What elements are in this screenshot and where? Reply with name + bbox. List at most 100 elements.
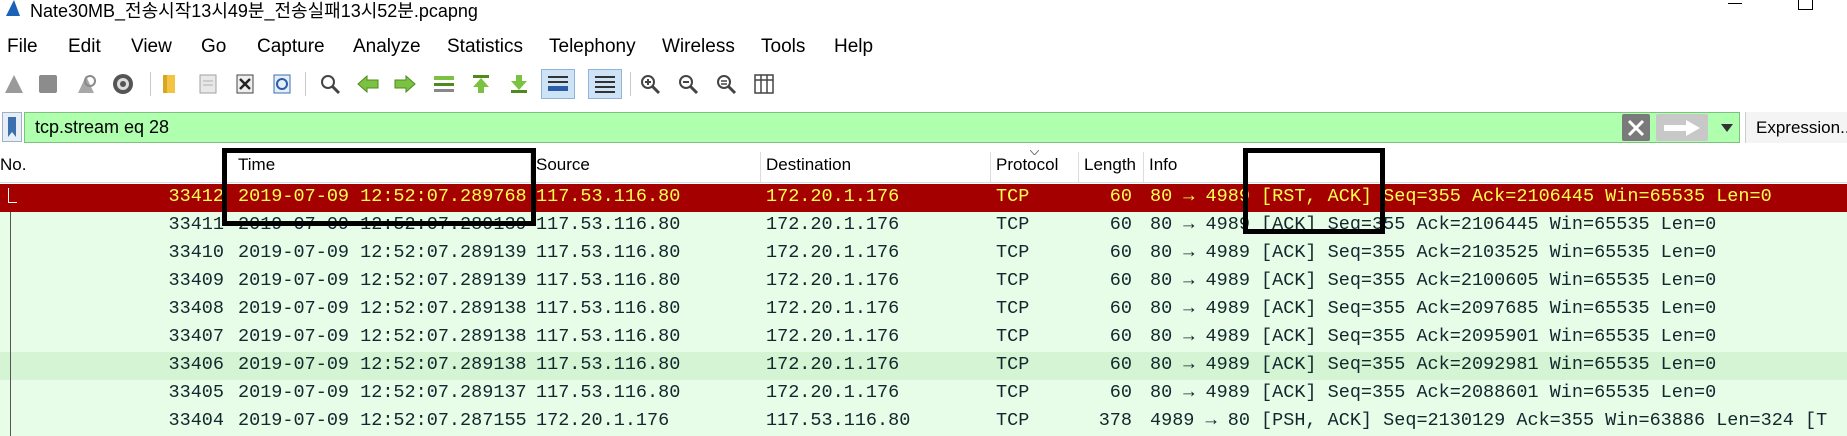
zoom-out-icon bbox=[679, 75, 699, 95]
menu-help[interactable]: Help bbox=[834, 36, 873, 58]
display-filter-input[interactable]: tcp.stream eq 28 bbox=[24, 112, 1740, 143]
packet-row-selected[interactable]: 33412 2019-07-09 12:52:07.289768 117.53.11… bbox=[0, 184, 1847, 212]
menu-file[interactable]: File bbox=[7, 36, 38, 58]
menu-statistics[interactable]: Statistics bbox=[447, 36, 523, 58]
conversation-tree-line bbox=[10, 240, 11, 268]
apply-filter-button[interactable] bbox=[1656, 114, 1708, 141]
menu-tools[interactable]: Tools bbox=[761, 36, 805, 58]
go-first-button[interactable] bbox=[467, 69, 495, 99]
packet-row[interactable]: 33404 2019-07-09 12:52:07.287155 172.20.1.… bbox=[0, 408, 1847, 436]
packet-row[interactable]: 33409 2019-07-09 12:52:07.289139 117.53.11… bbox=[0, 268, 1847, 296]
close-file-button[interactable] bbox=[231, 69, 259, 99]
go-back-button[interactable] bbox=[354, 69, 382, 99]
save-file-button[interactable] bbox=[194, 69, 222, 99]
packet-row[interactable]: 33408 2019-07-09 12:52:07.289138 117.53.11… bbox=[0, 296, 1847, 324]
go-forward-icon bbox=[394, 74, 416, 94]
zoom-out-button[interactable] bbox=[674, 69, 702, 99]
capture-options-button[interactable] bbox=[109, 69, 137, 99]
packet-row[interactable]: 33411 2019-07-09 12:52:07.289139 117.53.11… bbox=[0, 212, 1847, 240]
clear-filter-button[interactable] bbox=[1622, 114, 1650, 141]
cell-length: 378 bbox=[1098, 410, 1132, 431]
expression-button[interactable]: Expression... bbox=[1745, 112, 1847, 143]
menu-analyze[interactable]: Analyze bbox=[353, 36, 421, 58]
go-last-icon bbox=[511, 75, 527, 93]
cell-source: 117.53.116.80 bbox=[536, 354, 681, 375]
resize-columns-button[interactable] bbox=[750, 69, 778, 99]
column-info[interactable]: Info bbox=[1149, 155, 1177, 175]
zoom-in-button[interactable] bbox=[636, 69, 664, 99]
auto-scroll-button[interactable] bbox=[541, 69, 575, 99]
column-time[interactable]: Time bbox=[238, 155, 275, 175]
cell-protocol: TCP bbox=[996, 410, 1030, 431]
restart-capture-button[interactable] bbox=[72, 69, 100, 99]
open-file-button[interactable] bbox=[156, 69, 184, 99]
cell-length: 60 bbox=[1109, 382, 1132, 403]
cell-info: 80 → 4989 [ACK] Seq=355 Ack=2088601 Win=… bbox=[1150, 382, 1717, 403]
column-source[interactable]: Source bbox=[536, 155, 590, 175]
reload-file-icon bbox=[273, 74, 291, 94]
packet-row[interactable]: 33410 2019-07-09 12:52:07.289139 117.53.11… bbox=[0, 240, 1847, 268]
cell-time: 2019-07-09 12:52:07.289138 bbox=[238, 354, 527, 375]
cell-length: 60 bbox=[1109, 186, 1132, 207]
window-title: Nate30MB_전송시작13시49분_전송실패13시52분.pcapng bbox=[30, 1, 478, 21]
cell-source: 117.53.116.80 bbox=[536, 242, 681, 263]
cell-info: 4989 → 80 [PSH, ACK] Seq=2130129 Ack=355… bbox=[1150, 410, 1828, 431]
cell-no: 33409 bbox=[168, 270, 224, 291]
cell-length: 60 bbox=[1109, 354, 1132, 375]
cell-source: 117.53.116.80 bbox=[536, 326, 681, 347]
cell-destination: 172.20.1.176 bbox=[766, 326, 900, 347]
cell-protocol: TCP bbox=[996, 214, 1030, 235]
column-destination[interactable]: Destination bbox=[766, 155, 851, 175]
stop-capture-button[interactable] bbox=[34, 69, 62, 99]
column-no[interactable]: No. bbox=[0, 155, 26, 175]
reload-file-button[interactable] bbox=[268, 69, 296, 99]
maximize-button[interactable] bbox=[1798, 0, 1813, 10]
save-file-icon bbox=[199, 74, 217, 94]
cell-protocol: TCP bbox=[996, 354, 1030, 375]
colorize-icon bbox=[595, 76, 615, 93]
column-protocol[interactable]: Protocol bbox=[996, 155, 1058, 175]
cell-time: 2019-07-09 12:52:07.289139 bbox=[238, 214, 527, 235]
minimize-button[interactable] bbox=[1728, 3, 1742, 4]
conversation-tree-line bbox=[10, 296, 11, 324]
go-to-packet-button[interactable] bbox=[430, 69, 458, 99]
normal-size-button[interactable] bbox=[712, 69, 740, 99]
cell-info: 80 → 4989 [ACK] Seq=355 Ack=2103525 Win=… bbox=[1150, 242, 1717, 263]
filter-history-dropdown[interactable] bbox=[1714, 114, 1740, 141]
wireshark-fin-icon bbox=[6, 0, 20, 16]
go-last-button[interactable] bbox=[505, 69, 533, 99]
conversation-tree-line bbox=[10, 212, 11, 240]
cell-time: 2019-07-09 12:52:07.289137 bbox=[238, 382, 527, 403]
find-packet-button[interactable] bbox=[316, 69, 344, 99]
stop-capture-icon bbox=[39, 75, 57, 93]
packet-row[interactable]: 33405 2019-07-09 12:52:07.289137 117.53.11… bbox=[0, 380, 1847, 408]
normal-size-icon bbox=[717, 75, 737, 95]
chevron-down-icon bbox=[1721, 123, 1733, 132]
cell-no: 33406 bbox=[168, 354, 224, 375]
conversation-tree-line bbox=[10, 324, 11, 352]
title-bar: Nate30MB_전송시작13시49분_전송실패13시52분.pcapng bbox=[0, 0, 1847, 22]
packet-row[interactable]: 33406 2019-07-09 12:52:07.289138 117.53.11… bbox=[0, 352, 1847, 380]
menu-capture[interactable]: Capture bbox=[257, 36, 325, 58]
menu-view[interactable]: View bbox=[131, 36, 172, 58]
cell-source: 117.53.116.80 bbox=[536, 298, 681, 319]
cell-source: 172.20.1.176 bbox=[536, 410, 670, 431]
go-forward-button[interactable] bbox=[391, 69, 419, 99]
cell-info: 80 → 4989 [RST, ACK] Seq=355 Ack=2106445… bbox=[1150, 186, 1772, 207]
colorize-button[interactable] bbox=[588, 69, 622, 99]
menu-edit[interactable]: Edit bbox=[68, 36, 101, 58]
cell-time: 2019-07-09 12:52:07.289138 bbox=[238, 326, 527, 347]
packet-row[interactable]: 33407 2019-07-09 12:52:07.289138 117.53.11… bbox=[0, 324, 1847, 352]
cell-length: 60 bbox=[1109, 214, 1132, 235]
menu-go[interactable]: Go bbox=[201, 36, 226, 58]
cell-protocol: TCP bbox=[996, 186, 1030, 207]
start-capture-button[interactable] bbox=[0, 69, 28, 99]
cell-no: 33407 bbox=[168, 326, 224, 347]
cell-no: 33405 bbox=[168, 382, 224, 403]
menu-wireless[interactable]: Wireless bbox=[662, 36, 735, 58]
cell-destination: 172.20.1.176 bbox=[766, 382, 900, 403]
column-length[interactable]: Length bbox=[1084, 155, 1136, 175]
menu-telephony[interactable]: Telephony bbox=[549, 36, 636, 58]
filter-bookmark-button[interactable] bbox=[2, 112, 22, 142]
capture-options-icon bbox=[113, 74, 133, 94]
